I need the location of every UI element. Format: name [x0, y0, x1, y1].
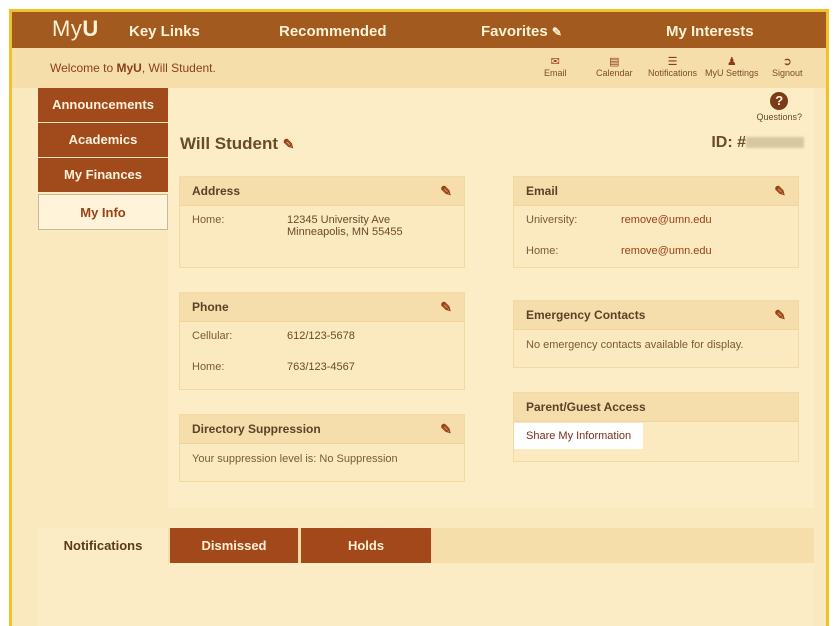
parent-title: Parent/Guest Access	[526, 400, 646, 414]
signout-icon: ➲	[782, 56, 792, 68]
sidebar: Announcements Academics My Finances My I…	[38, 88, 168, 231]
edit-address-pencil-icon[interactable]: ✎	[440, 177, 452, 205]
calendar-link[interactable]: ▤ Calendar	[596, 56, 633, 79]
email-home-value[interactable]: remove@umn.edu	[621, 245, 712, 257]
notifications-link[interactable]: ☰ Notifications	[648, 56, 697, 79]
phone-cell-value: 612/123-5678	[287, 330, 355, 342]
parent-guest-card: Parent/Guest Access Share My Information	[513, 392, 799, 462]
address-line1: 12345 University Ave	[287, 214, 391, 226]
phone-title: Phone	[192, 300, 229, 314]
emergency-contacts-card: Emergency Contacts ✎ No emergency contact…	[513, 300, 799, 368]
sidebar-item-my-finances[interactable]: My Finances	[38, 158, 168, 192]
emergency-text: No emergency contacts available for disp…	[526, 339, 744, 351]
address-card: Address ✎ Home: 12345 University Ave Minn…	[179, 176, 465, 268]
welcome-bar: Welcome to MyU, Will Student. ✉ Email ▤ Ca…	[12, 48, 826, 88]
email-link[interactable]: ✉ Email	[544, 56, 567, 79]
edit-directory-pencil-icon[interactable]: ✎	[440, 415, 452, 443]
edit-email-pencil-icon[interactable]: ✎	[774, 177, 786, 205]
email-university-value[interactable]: remove@umn.edu	[621, 214, 712, 226]
directory-title: Directory Suppression	[192, 422, 321, 436]
email-university-label: University:	[526, 214, 578, 226]
directory-text: Your suppression level is: No Suppressio…	[192, 453, 398, 465]
main-panel: ? Questions? Will Student ✎ ID: # Addres…	[168, 88, 814, 508]
redacted-id	[746, 137, 804, 149]
student-id: ID: #	[711, 134, 804, 152]
nav-key-links[interactable]: Key Links	[129, 23, 200, 40]
tab-notifications[interactable]: Notifications	[38, 528, 168, 563]
sidebar-item-announcements[interactable]: Announcements	[38, 88, 168, 122]
top-nav: MyU Key Links Recommended Favorites ✎ My…	[12, 12, 826, 48]
tab-holds[interactable]: Holds	[301, 528, 431, 563]
calendar-icon: ▤	[609, 56, 620, 68]
email-home-label: Home:	[526, 245, 559, 257]
envelope-icon: ✉	[550, 56, 560, 68]
phone-card: Phone ✎ Cellular: 612/123-5678 Home: 763/…	[179, 292, 465, 390]
address-line2: Minneapolis, MN 55455	[287, 226, 403, 238]
phone-cell-label: Cellular:	[192, 330, 233, 342]
nav-recommended[interactable]: Recommended	[279, 23, 387, 40]
emergency-title: Emergency Contacts	[526, 308, 646, 322]
phone-home-label: Home:	[192, 361, 225, 373]
share-my-information-button[interactable]: Share My Information	[514, 423, 644, 449]
questions-link[interactable]: ? Questions?	[756, 92, 802, 122]
signout-link[interactable]: ➲ Signout	[772, 56, 803, 79]
directory-suppression-card: Directory Suppression ✎ Your suppression …	[179, 414, 465, 482]
sidebar-item-academics[interactable]: Academics	[38, 123, 168, 157]
welcome-text: Welcome to MyU, Will Student.	[50, 61, 216, 75]
question-icon: ?	[770, 92, 789, 110]
nav-favorites[interactable]: Favorites ✎	[481, 23, 562, 40]
edit-name-pencil-icon[interactable]: ✎	[283, 136, 295, 152]
edit-emergency-pencil-icon[interactable]: ✎	[774, 301, 786, 329]
email-title: Email	[526, 184, 559, 198]
sidebar-item-my-info[interactable]: My Info	[38, 194, 168, 230]
myu-logo[interactable]: MyU	[52, 16, 99, 42]
nav-my-interests[interactable]: My Interests	[666, 23, 754, 40]
tab-dismissed[interactable]: Dismissed	[170, 528, 298, 563]
page-title: Will Student ✎	[180, 134, 295, 153]
pencil-icon: ✎	[551, 25, 562, 39]
address-title: Address	[192, 184, 241, 198]
user-icon: ♟	[726, 56, 737, 68]
email-card: Email ✎ University: remove@umn.edu Home: …	[513, 176, 799, 268]
edit-phone-pencil-icon[interactable]: ✎	[440, 293, 452, 321]
list-icon: ☰	[667, 56, 678, 68]
settings-link[interactable]: ♟ MyU Settings	[705, 56, 759, 79]
address-home-label: Home:	[192, 214, 225, 226]
phone-home-value: 763/123-4567	[287, 361, 355, 373]
